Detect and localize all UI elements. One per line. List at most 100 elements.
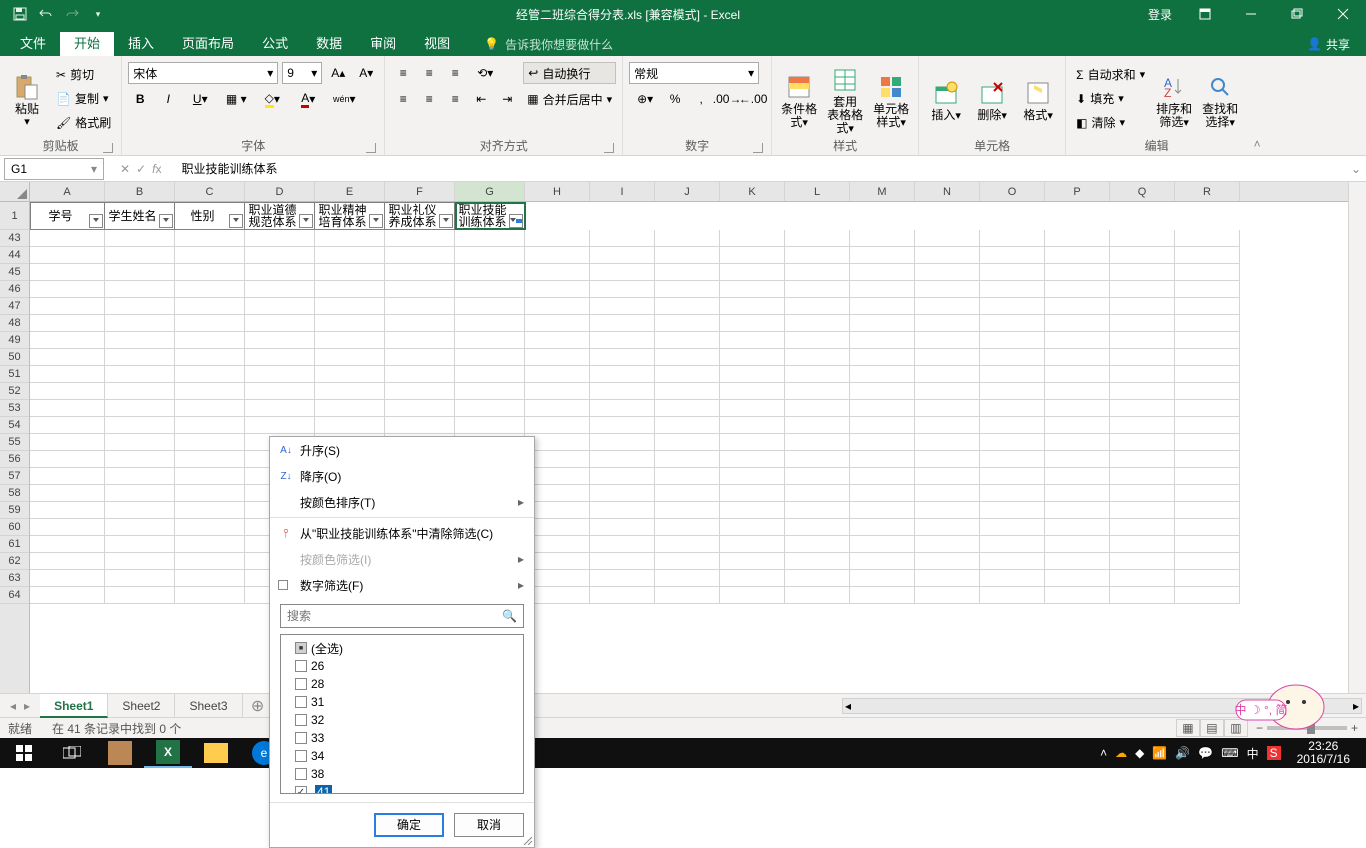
cell[interactable] (1110, 451, 1175, 468)
row-header[interactable]: 59 (0, 502, 29, 519)
cell[interactable] (385, 230, 455, 247)
tray-app-icon[interactable]: ◆ (1135, 746, 1144, 760)
cell[interactable] (1045, 553, 1110, 570)
cell[interactable] (980, 468, 1045, 485)
cell[interactable] (915, 434, 980, 451)
cell[interactable] (245, 298, 315, 315)
cell[interactable] (30, 536, 105, 553)
cell[interactable] (105, 264, 175, 281)
cell[interactable] (915, 502, 980, 519)
cell[interactable] (105, 468, 175, 485)
cell[interactable] (1175, 519, 1240, 536)
login-button[interactable]: 登录 (1138, 0, 1182, 28)
cell[interactable] (655, 536, 720, 553)
select-all-corner[interactable] (0, 182, 29, 202)
merge-center-button[interactable]: ▦合并后居中 ▾ (523, 88, 616, 110)
cell[interactable] (30, 332, 105, 349)
cell[interactable] (385, 332, 455, 349)
cell[interactable] (720, 485, 785, 502)
taskbar-app-1[interactable] (96, 738, 144, 768)
cell[interactable] (655, 485, 720, 502)
cell[interactable] (315, 417, 385, 434)
cell[interactable] (105, 298, 175, 315)
percent-icon[interactable]: % (663, 88, 687, 110)
cell[interactable] (720, 468, 785, 485)
cell[interactable] (720, 417, 785, 434)
cell[interactable] (175, 383, 245, 400)
cell[interactable] (1045, 349, 1110, 366)
filter-dropdown-button[interactable] (299, 214, 313, 228)
col-header-J[interactable]: J (655, 182, 720, 201)
cell[interactable] (105, 570, 175, 587)
cell[interactable] (1175, 315, 1240, 332)
cell[interactable] (850, 553, 915, 570)
row-header[interactable]: 54 (0, 417, 29, 434)
cell[interactable] (455, 383, 525, 400)
col-header-K[interactable]: K (720, 182, 785, 201)
normal-view-icon[interactable]: ▦ (1176, 719, 1200, 737)
cell[interactable] (850, 332, 915, 349)
cell[interactable] (1110, 349, 1175, 366)
cell[interactable] (1175, 349, 1240, 366)
cell[interactable] (915, 332, 980, 349)
cell[interactable] (980, 230, 1045, 247)
cell[interactable] (785, 519, 850, 536)
cell[interactable] (720, 536, 785, 553)
cell[interactable] (590, 553, 655, 570)
cell[interactable] (720, 230, 785, 247)
expand-formula-icon[interactable]: ⌄ (1346, 162, 1366, 176)
cell[interactable] (590, 434, 655, 451)
cell[interactable] (1175, 332, 1240, 349)
cell[interactable] (1110, 570, 1175, 587)
cell[interactable] (525, 315, 590, 332)
cell[interactable] (1045, 383, 1110, 400)
cell[interactable] (525, 281, 590, 298)
cell[interactable] (850, 349, 915, 366)
number-launcher[interactable] (753, 143, 763, 153)
cell[interactable] (175, 502, 245, 519)
cell[interactable] (980, 366, 1045, 383)
find-select-button[interactable]: 查找和选择▾ (1199, 60, 1241, 137)
row-header[interactable]: 45 (0, 264, 29, 281)
cell[interactable] (105, 485, 175, 502)
cell[interactable] (105, 451, 175, 468)
sheet-tab-2[interactable]: Sheet2 (108, 694, 175, 718)
cell[interactable] (1045, 519, 1110, 536)
cell[interactable] (655, 587, 720, 604)
cell[interactable] (850, 417, 915, 434)
cell[interactable] (455, 247, 525, 264)
cell[interactable] (720, 519, 785, 536)
align-right-icon[interactable]: ≡ (443, 88, 467, 110)
cell[interactable] (590, 315, 655, 332)
tell-me-search[interactable]: 💡告诉我你想要做什么 (484, 32, 613, 56)
cell[interactable] (590, 451, 655, 468)
cell[interactable] (720, 349, 785, 366)
cell[interactable] (980, 417, 1045, 434)
cell[interactable] (720, 366, 785, 383)
cell[interactable] (850, 536, 915, 553)
cell[interactable] (720, 247, 785, 264)
cell[interactable] (385, 366, 455, 383)
cell[interactable] (525, 298, 590, 315)
cell[interactable] (590, 366, 655, 383)
cell[interactable] (590, 485, 655, 502)
cell[interactable] (105, 400, 175, 417)
cell[interactable] (590, 570, 655, 587)
col-header-I[interactable]: I (590, 182, 655, 201)
zoom-control[interactable]: −+100% (1256, 721, 1358, 735)
cell[interactable] (105, 247, 175, 264)
cancel-formula-icon[interactable]: ✕ (120, 162, 130, 176)
decrease-indent-icon[interactable]: ⇤ (469, 88, 493, 110)
sort-filter-button[interactable]: AZ排序和筛选▾ (1153, 60, 1195, 137)
cell[interactable] (1045, 468, 1110, 485)
cell[interactable] (915, 400, 980, 417)
cell[interactable] (590, 502, 655, 519)
tray-ime-icon[interactable]: 中 (1247, 745, 1259, 762)
align-top-icon[interactable]: ≡ (391, 62, 415, 84)
col-header-F[interactable]: F (385, 182, 455, 201)
cell[interactable] (980, 536, 1045, 553)
cell[interactable] (1045, 451, 1110, 468)
cell[interactable] (915, 298, 980, 315)
cell[interactable] (915, 315, 980, 332)
cell[interactable] (655, 349, 720, 366)
